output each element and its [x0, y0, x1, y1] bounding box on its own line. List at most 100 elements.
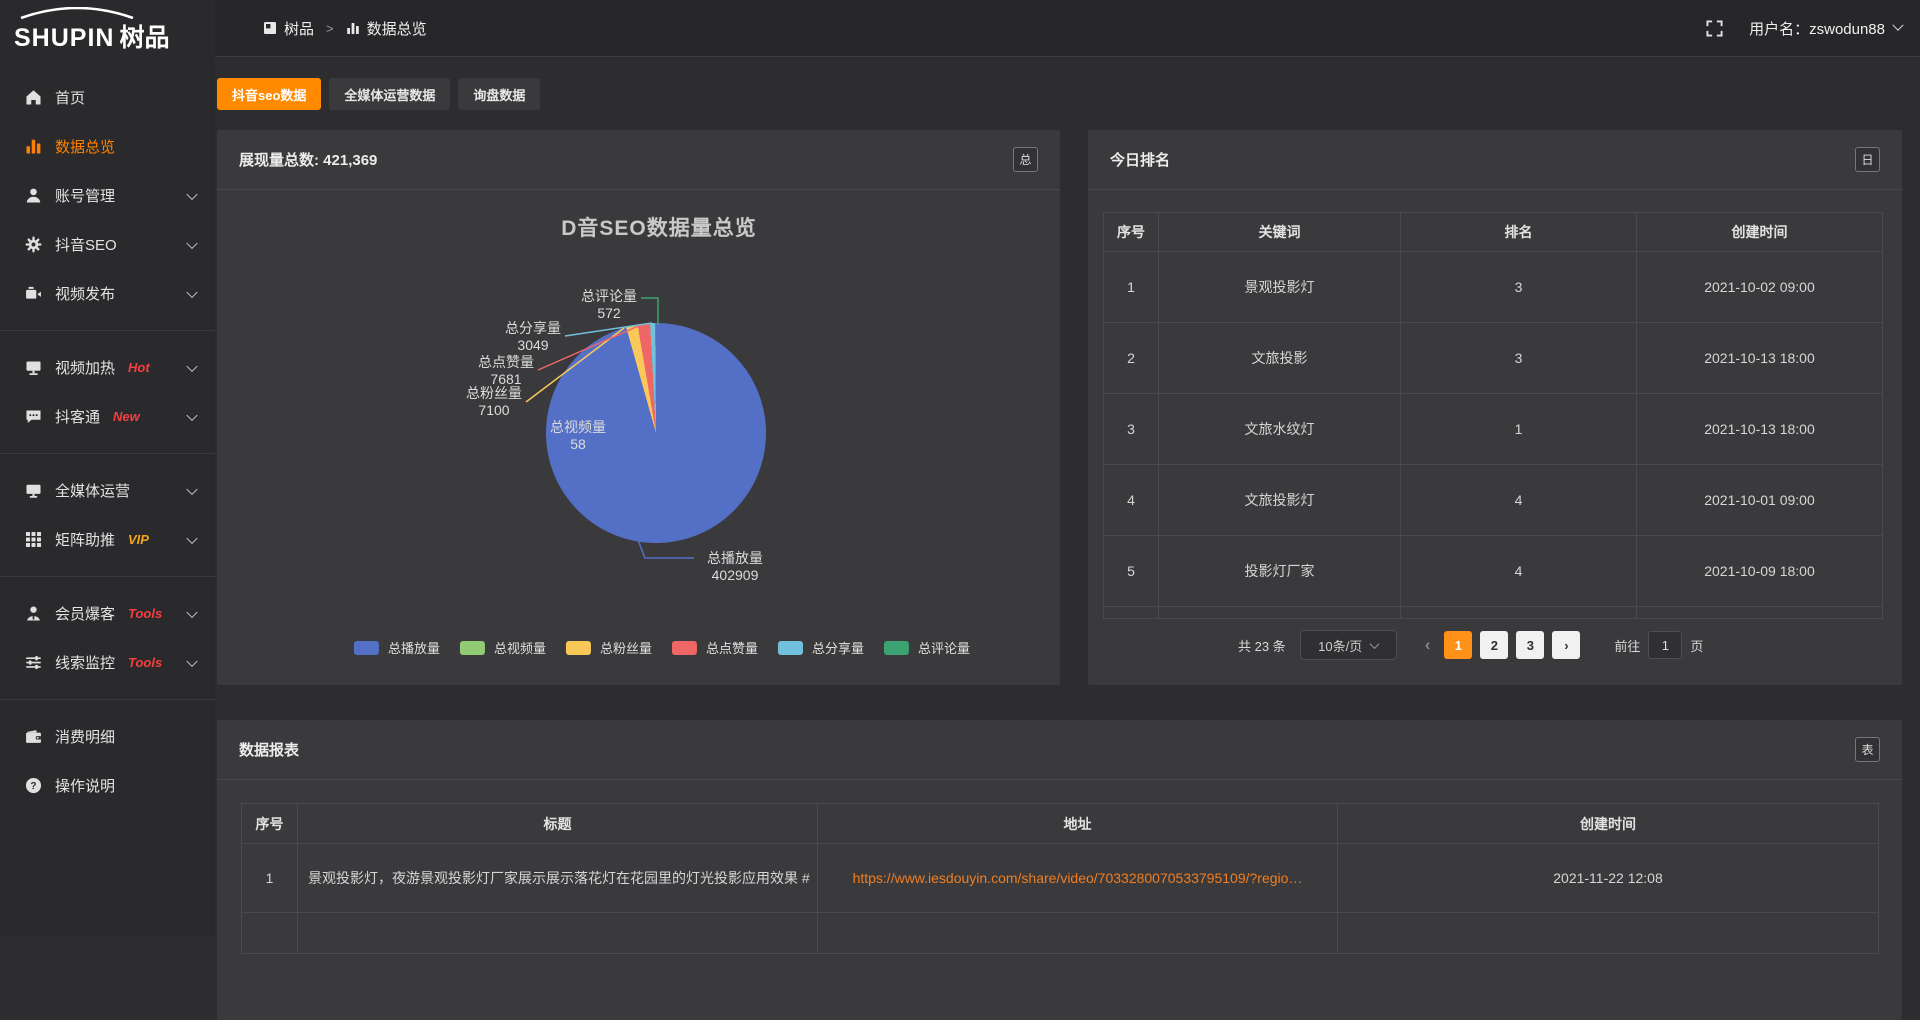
user-icon — [25, 187, 42, 204]
column-header: 序号 — [1104, 213, 1159, 252]
table-row[interactable]: 3文旅水纹灯12021-10-13 18:00 — [1104, 394, 1883, 465]
breadcrumb: 树品>数据总览 — [263, 0, 427, 56]
chart-legend: 总播放量 总视频量 总粉丝量 总点赞量 总分享量 总评论量 — [354, 638, 970, 657]
legend-label: 总评论量 — [918, 638, 970, 657]
legend-item[interactable]: 总评论量 — [884, 638, 970, 657]
breadcrumb-item[interactable]: 数据总览 — [367, 18, 427, 39]
sidebar-item-clue-monitor[interactable]: 线索监控Tools — [0, 638, 215, 687]
sidebar-item-expense-detail[interactable]: 消费明细 — [0, 712, 215, 761]
chevron-down-icon — [186, 188, 197, 199]
legend-swatch — [460, 641, 485, 655]
table-cell: 2 — [1104, 323, 1159, 394]
table-cell: 2021-10-13 18:00 — [1637, 394, 1883, 465]
next-icon: › — [1564, 638, 1568, 653]
pie-slice-label: 总播放量402909 — [698, 550, 772, 584]
logo-text-cn: 树品 — [119, 18, 169, 54]
sidebar-item-label: 视频加热 — [55, 357, 115, 378]
sidebar-item-label: 矩阵助推 — [55, 529, 115, 550]
pie-label-name: 总评论量 — [572, 288, 646, 305]
chevron-down-icon — [186, 286, 197, 297]
prev-page-button[interactable]: ‹ — [1425, 635, 1431, 655]
pie-label-name: 总点赞量 — [469, 354, 543, 371]
report-card-title: 数据报表 — [239, 739, 299, 760]
page-size-select[interactable]: 10条/页 — [1300, 630, 1397, 660]
table-row[interactable]: 4文旅投影灯42021-10-01 09:00 — [1104, 465, 1883, 536]
table-cell: 1 — [1104, 252, 1159, 323]
table-row[interactable]: 1景观投影灯32021-10-02 09:00 — [1104, 252, 1883, 323]
legend-label: 总粉丝量 — [600, 638, 652, 657]
table-cell-title: 景观投影灯，夜游景观投影灯厂家展示展示落花灯在花园里的灯光投影应用效果 # — [298, 844, 818, 913]
legend-item[interactable]: 总分享量 — [778, 638, 864, 657]
ranking-card-title: 今日排名 — [1110, 149, 1170, 170]
table-cell: 4 — [1401, 536, 1637, 607]
legend-swatch — [778, 641, 803, 655]
sidebar-item-help[interactable]: ?操作说明 — [0, 761, 215, 810]
tab-inquiry-data[interactable]: 询盘数据 — [458, 78, 540, 110]
legend-item[interactable]: 总粉丝量 — [566, 638, 652, 657]
table-row[interactable]: 5投影灯厂家42021-10-09 18:00 — [1104, 536, 1883, 607]
page-button-3[interactable]: 3 — [1516, 631, 1544, 659]
member-icon — [25, 605, 42, 622]
sidebar-item-media-operation[interactable]: 全媒体运营 — [0, 466, 215, 515]
page-button-2[interactable]: 2 — [1480, 631, 1508, 659]
table-cell — [1159, 607, 1401, 619]
sidebar-item-video-heat[interactable]: 视频加热Hot — [0, 343, 215, 392]
sidebar-item-douyin-seo[interactable]: 抖音SEO — [0, 220, 215, 269]
chevron-down-icon — [1370, 639, 1380, 649]
sidebar-item-badge: Tools — [128, 655, 162, 670]
table-cell — [1637, 607, 1883, 619]
video-link[interactable]: https://www.iesdouyin.com/share/video/70… — [853, 870, 1303, 886]
user-menu[interactable]: 用户名：zswodun88 — [1749, 18, 1902, 39]
mini-chart-icon — [346, 21, 360, 35]
page-size-value: 10条/页 — [1318, 636, 1362, 655]
sidebar-nav: 首页数据总览账号管理抖音SEO视频发布视频加热Hot抖客通New 全媒体运营矩阵助… — [0, 73, 215, 810]
sidebar-divider — [0, 576, 215, 577]
table-cell: 2021-10-09 18:00 — [1637, 536, 1883, 607]
table-row: 1景观投影灯，夜游景观投影灯厂家展示展示落花灯在花园里的灯光投影应用效果 #ht… — [242, 844, 1879, 913]
table-cell: 2021-10-13 18:00 — [1637, 323, 1883, 394]
sidebar-item-matrix-boost[interactable]: 矩阵助推 VIP — [0, 515, 215, 564]
table-cell — [298, 913, 818, 954]
legend-label: 总点赞量 — [706, 638, 758, 657]
total-view-button[interactable]: 总 — [1013, 147, 1038, 172]
breadcrumb-item[interactable]: 树品 — [284, 18, 314, 39]
pie-label-value: 572 — [572, 305, 646, 322]
day-view-button[interactable]: 日 — [1855, 147, 1880, 172]
gear-icon — [25, 236, 42, 253]
legend-item[interactable]: 总视频量 — [460, 638, 546, 657]
fullscreen-icon[interactable] — [1706, 20, 1723, 37]
sidebar-item-label: 消费明细 — [55, 726, 115, 747]
wallet-icon — [25, 728, 42, 745]
table-cell: 2021-10-01 09:00 — [1637, 465, 1883, 536]
sidebar-item-video-publish[interactable]: 视频发布 — [0, 269, 215, 318]
sidebar-item-member-baoke[interactable]: 会员爆客Tools — [0, 589, 215, 638]
chart-icon — [25, 138, 42, 155]
table-header-row: 序号关键词排名创建时间 — [1104, 213, 1883, 252]
page-button-1[interactable]: 1 — [1444, 631, 1472, 659]
table-view-button[interactable]: 表 — [1855, 737, 1880, 762]
seo-overview-card: 展现量总数: 421,369 总 D音SEO数据量总览 总播放量402909总视… — [217, 130, 1060, 685]
chevron-down-icon — [186, 237, 197, 248]
sidebar-item-account-manage[interactable]: 账号管理 — [0, 171, 215, 220]
goto-page-input[interactable] — [1648, 631, 1682, 659]
sidebar-item-douketong[interactable]: 抖客通New — [0, 392, 215, 441]
sidebar-item-badge: VIP — [128, 532, 149, 547]
column-header: 标题 — [298, 804, 818, 844]
legend-item[interactable]: 总点赞量 — [672, 638, 758, 657]
tab-douyin-seo-data[interactable]: 抖音seo数据 — [217, 78, 321, 110]
table-cell-url: https://www.iesdouyin.com/share/video/70… — [818, 844, 1338, 913]
column-header: 关键词 — [1159, 213, 1401, 252]
sidebar-item-data-overview[interactable]: 数据总览 — [0, 122, 215, 171]
table-cell: 投影灯厂家 — [1159, 536, 1401, 607]
sidebar-item-label: 全媒体运营 — [55, 480, 130, 501]
next-page-button[interactable]: › — [1552, 631, 1580, 659]
legend-item[interactable]: 总播放量 — [354, 638, 440, 657]
tab-media-operation-data[interactable]: 全媒体运营数据 — [329, 78, 450, 110]
logo[interactable]: SHUPIN 树品 — [14, 7, 169, 51]
table-row[interactable]: 2文旅投影32021-10-13 18:00 — [1104, 323, 1883, 394]
table-cell-time: 2021-11-22 12:08 — [1338, 844, 1879, 913]
logo-text-en: SHUPIN — [14, 24, 114, 53]
publish-icon — [25, 285, 42, 302]
ranking-table: 序号关键词排名创建时间1景观投影灯32021-10-02 09:002文旅投影3… — [1103, 212, 1883, 619]
sidebar-item-home[interactable]: 首页 — [0, 73, 215, 122]
